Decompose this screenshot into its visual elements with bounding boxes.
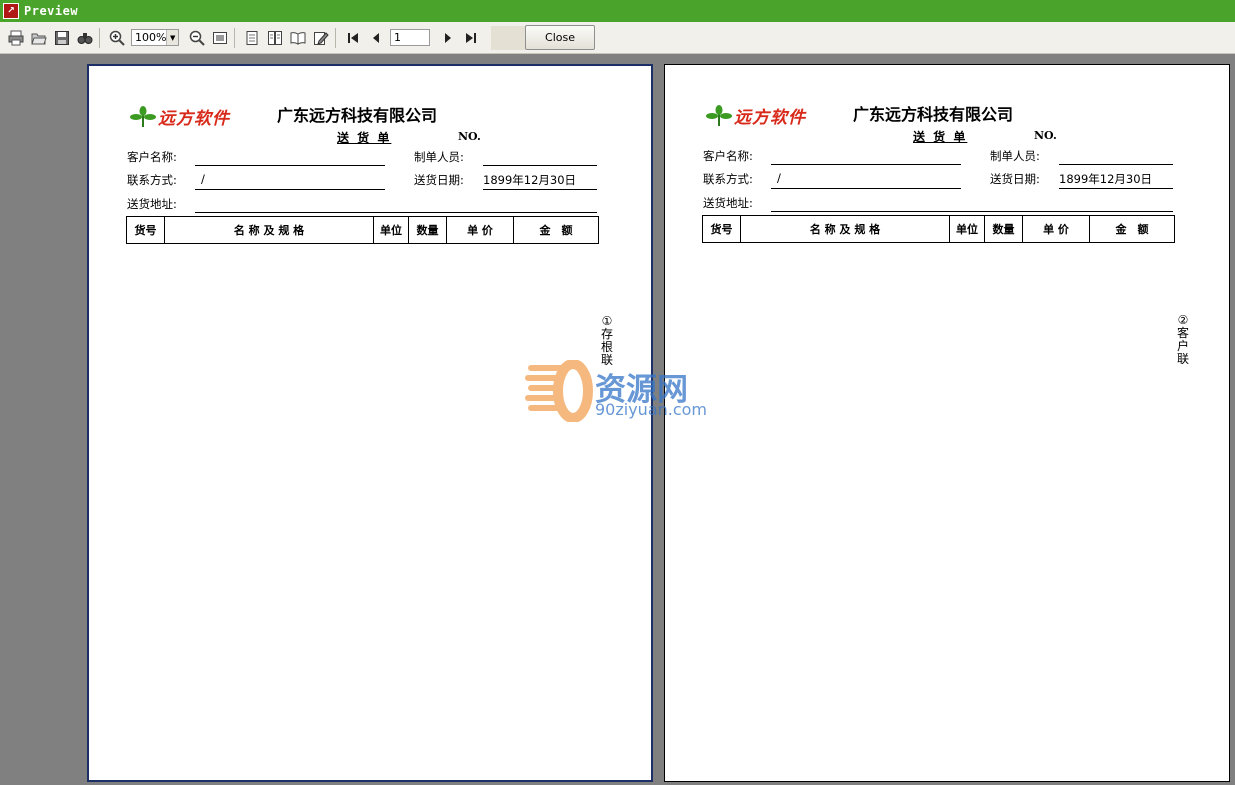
- toolbar-spacer: [491, 25, 525, 50]
- leaf-logo-icon: [706, 104, 732, 126]
- printer-icon[interactable]: [6, 28, 26, 48]
- column-header: 单 价: [446, 216, 514, 244]
- copy-mark: ② 客 户 联: [1176, 313, 1189, 366]
- two-page-icon[interactable]: [265, 28, 285, 48]
- find-icon[interactable]: [75, 28, 95, 48]
- save-icon[interactable]: [52, 28, 72, 48]
- toolbar-separator: [234, 27, 235, 48]
- watermark: 资源网 90ziyuan.com: [525, 360, 710, 422]
- edit-icon[interactable]: [311, 28, 331, 48]
- customer-label: 客户名称:: [127, 150, 177, 164]
- app-icon: ↗: [3, 3, 19, 19]
- company-logo: 远方软件: [705, 103, 806, 128]
- column-header: 名 称 及 规 格: [740, 215, 950, 243]
- book-icon[interactable]: [288, 28, 308, 48]
- column-header: 货号: [702, 215, 741, 243]
- date-line: [483, 189, 597, 190]
- address-line: [195, 212, 597, 213]
- number-label: NO.: [1034, 129, 1057, 142]
- company-logo: 远方软件: [129, 104, 230, 129]
- last-page-icon[interactable]: [461, 28, 481, 48]
- preview-page-2[interactable]: 远方软件 广东远方科技有限公司 送 货 单 NO. 客户名称: 制单人员: 联系…: [664, 64, 1230, 782]
- close-button[interactable]: Close: [525, 25, 595, 50]
- maker-label: 制单人员:: [414, 150, 464, 164]
- contact-value: /: [777, 171, 781, 185]
- page-number-input[interactable]: 1: [390, 29, 430, 46]
- address-label: 送货地址:: [703, 196, 753, 210]
- table-header-row: 货号 名 称 及 规 格 单位 数量 单 价 金 额: [702, 215, 1175, 243]
- column-header: 金 额: [513, 216, 599, 244]
- maker-line: [483, 165, 597, 166]
- column-header: 单位: [373, 216, 409, 244]
- contact-line: [771, 188, 961, 189]
- customer-label: 客户名称:: [703, 149, 753, 163]
- toolbar: 100% ▼ 1 Close: [0, 22, 1235, 54]
- chevron-down-icon[interactable]: ▼: [166, 30, 178, 45]
- maker-label: 制单人员:: [990, 149, 1040, 163]
- watermark-logo-icon: [525, 360, 593, 422]
- items-table: 货号 名 称 及 规 格 单位 数量 单 价 金 额: [702, 215, 1175, 243]
- customer-line: [195, 165, 385, 166]
- date-line: [1059, 188, 1173, 189]
- column-header: 单位: [949, 215, 985, 243]
- toolbar-separator: [335, 27, 336, 48]
- open-folder-icon[interactable]: [29, 28, 49, 48]
- customer-line: [771, 164, 961, 165]
- date-value: 1899年12月30日: [483, 173, 577, 187]
- fit-page-icon[interactable]: [210, 28, 230, 48]
- zoom-out-icon[interactable]: [187, 28, 207, 48]
- company-name: 广东远方科技有限公司: [277, 106, 438, 125]
- date-value: 1899年12月30日: [1059, 172, 1153, 186]
- title-bar: ↗ Preview: [0, 0, 1235, 22]
- address-label: 送货地址:: [127, 197, 177, 211]
- previous-page-icon[interactable]: [366, 28, 386, 48]
- single-page-icon[interactable]: [242, 28, 262, 48]
- zoom-in-icon[interactable]: [107, 28, 127, 48]
- preview-page-1[interactable]: 远方软件 广东远方科技有限公司 送 货 单 NO. 客户名称: 制单人员: 联系…: [87, 64, 653, 782]
- watermark-url: 90ziyuan.com: [595, 400, 708, 419]
- date-label: 送货日期:: [990, 172, 1040, 186]
- brand-name: 远方软件: [734, 108, 806, 128]
- number-label: NO.: [458, 130, 481, 143]
- column-header: 数量: [408, 216, 447, 244]
- zoom-select[interactable]: 100% ▼: [131, 29, 179, 46]
- maker-line: [1059, 164, 1173, 165]
- contact-label: 联系方式:: [703, 172, 753, 186]
- address-line: [771, 211, 1173, 212]
- contact-value: /: [201, 172, 205, 186]
- date-label: 送货日期:: [414, 173, 464, 187]
- next-page-icon[interactable]: [438, 28, 458, 48]
- items-table: 货号 名 称 及 规 格 单位 数量 单 价 金 额: [126, 216, 599, 244]
- column-header: 单 价: [1022, 215, 1090, 243]
- window-title: Preview: [24, 4, 79, 18]
- document-title: 送 货 单: [913, 130, 968, 144]
- contact-line: [195, 189, 385, 190]
- first-page-icon[interactable]: [343, 28, 363, 48]
- column-header: 数量: [984, 215, 1023, 243]
- document-title: 送 货 单: [337, 131, 392, 145]
- column-header: 金 额: [1089, 215, 1175, 243]
- leaf-logo-icon: [130, 105, 156, 127]
- table-header-row: 货号 名 称 及 规 格 单位 数量 单 价 金 额: [126, 216, 599, 244]
- column-header: 名 称 及 规 格: [164, 216, 374, 244]
- contact-label: 联系方式:: [127, 173, 177, 187]
- brand-name: 远方软件: [158, 109, 230, 129]
- toolbar-separator: [99, 27, 100, 48]
- company-name: 广东远方科技有限公司: [853, 105, 1014, 124]
- zoom-value: 100%: [135, 31, 167, 44]
- column-header: 货号: [126, 216, 165, 244]
